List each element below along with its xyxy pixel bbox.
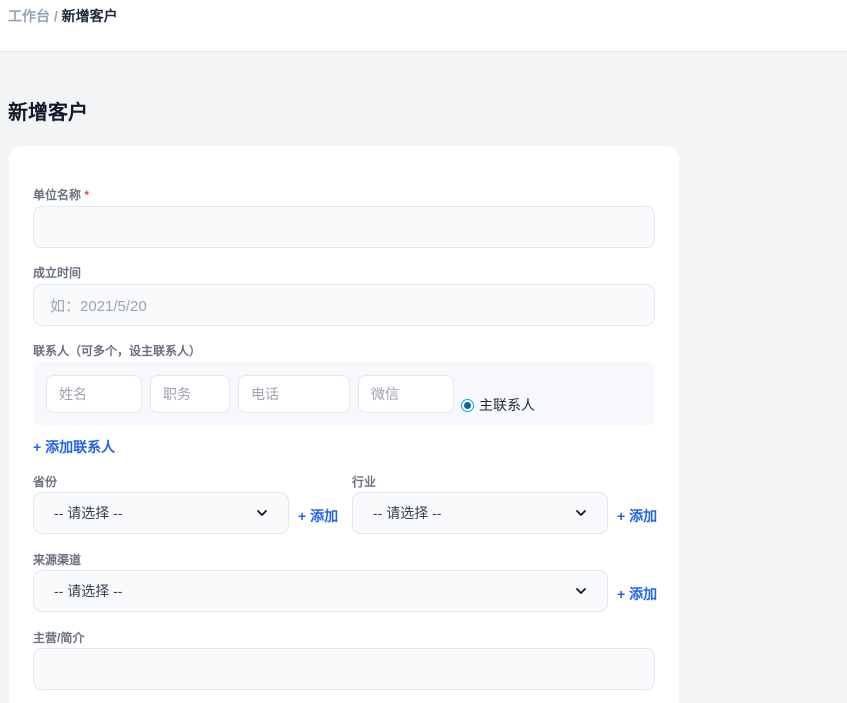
add-industry-link[interactable]: + 添加 — [617, 506, 657, 526]
required-mark: * — [84, 188, 90, 202]
industry-label: 行业 — [352, 475, 377, 489]
contacts-label: 联系人（可多个，设主联系人） — [33, 344, 202, 358]
company-name-label: 单位名称 * — [33, 186, 89, 203]
contact-phone-input[interactable]: 电话 — [238, 375, 350, 413]
industry-select[interactable]: -- 请选择 -- — [352, 492, 608, 534]
primary-contact-label: 主联系人 — [479, 397, 535, 413]
primary-contact-radio[interactable]: 主联系人 — [461, 395, 535, 415]
add-contact-link[interactable]: + 添加联系人 — [33, 437, 115, 457]
province-select[interactable]: -- 请选择 -- — [33, 492, 289, 534]
chevron-down-icon — [576, 510, 586, 516]
page-title: 新增客户 — [8, 102, 88, 124]
contact-title-input[interactable]: 职务 — [150, 375, 230, 413]
business-label: 主营/简介 — [33, 631, 85, 645]
business-input[interactable] — [33, 648, 655, 690]
breadcrumb-home[interactable]: 工作台 — [8, 8, 50, 24]
chevron-down-icon — [576, 588, 586, 594]
breadcrumb-separator: / — [53, 8, 58, 24]
source-selected: -- 请选择 -- — [54, 583, 123, 599]
source-select[interactable]: -- 请选择 -- — [33, 570, 608, 612]
chevron-down-icon — [257, 510, 267, 516]
breadcrumb-current: 新增客户 — [61, 8, 118, 24]
add-province-link[interactable]: + 添加 — [298, 506, 338, 526]
industry-selected: -- 请选择 -- — [373, 505, 442, 521]
contact-wechat-input[interactable]: 微信 — [358, 375, 454, 413]
province-selected: -- 请选择 -- — [54, 505, 123, 521]
source-label: 来源渠道 — [33, 553, 82, 567]
radio-dot — [464, 401, 471, 409]
breadcrumb: 工作台 / 新增客户 — [8, 6, 118, 26]
company-name-label-text: 单位名称 — [33, 188, 82, 202]
top-bar: 工作台 / 新增客户 — [0, 0, 847, 52]
founded-input[interactable]: 如：2021/5/20 — [33, 284, 655, 326]
company-name-input[interactable] — [33, 206, 655, 248]
contact-name-input[interactable]: 姓名 — [46, 375, 142, 413]
radio-icon[interactable] — [461, 398, 474, 412]
add-source-link[interactable]: + 添加 — [617, 584, 657, 604]
founded-label: 成立时间 — [33, 266, 82, 280]
province-label: 省份 — [33, 475, 58, 489]
